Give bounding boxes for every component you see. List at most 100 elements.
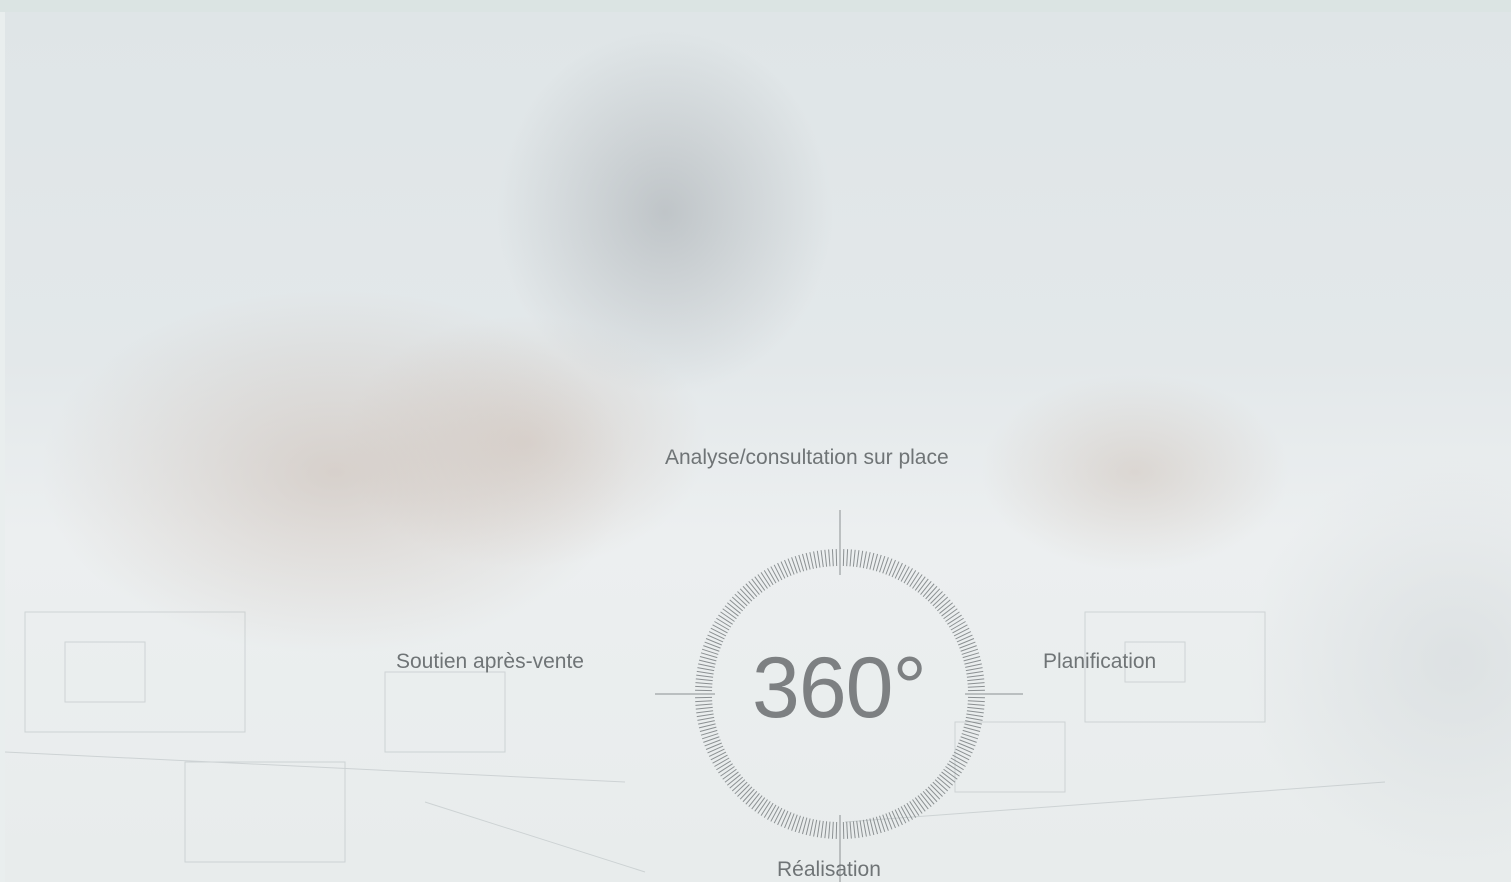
dial-tick [724,771,739,783]
dial-tick [695,685,713,688]
dial-tick [828,549,831,567]
dial-tick [945,611,960,622]
dial-tick [763,570,774,586]
dial-tick [943,768,958,780]
dial-tick [770,566,780,582]
dial-tick [894,809,903,826]
dial-tick [809,552,814,569]
dial-tick [906,570,917,586]
dial-tick [696,674,714,678]
dial-tick [734,781,748,795]
dial-tick [697,716,715,721]
hero-section: Analyse/consultation sur place Soutien a… [0,0,1511,882]
dial-tick [900,566,910,582]
dial-tick [780,810,789,827]
dial-tick [737,591,750,604]
dial-tick [731,779,746,792]
dial-tick [698,720,715,725]
dial-tick [903,568,913,584]
dial-tick [950,621,966,631]
dial-tick [722,608,737,620]
dial-tick [888,559,896,576]
dial-tick [852,821,856,839]
dial-tick [943,608,958,620]
dial-tick [862,551,867,569]
dial-tick [714,621,730,631]
dial-tick [932,593,946,607]
dial-tick [856,550,860,568]
dial-tick [920,793,932,808]
dial-tick [773,807,783,824]
dial-tick [956,634,973,643]
dial-tick [952,754,968,764]
dial-tick [849,821,852,839]
dial-tick [739,786,753,800]
dial-tick [930,591,943,604]
dial-tick [966,670,984,675]
dial-tick [695,703,713,706]
dial-tick [955,631,972,640]
dial-tick [813,551,818,569]
dial-tick [745,791,758,805]
step-label-planning: Planification [1043,650,1157,673]
dial-tick [816,820,821,838]
dial-tick [947,614,962,625]
top-strip [0,0,1511,12]
dial-tick [897,564,907,581]
dial-tick [698,659,716,665]
step-label-after-sales: Soutien après-vente [396,650,584,673]
dial-tick [859,820,864,838]
dial-tick [939,774,954,786]
dial-tick [745,583,758,597]
dial-tick [966,713,984,718]
dial-tick [955,748,972,757]
dial-tick [941,605,956,617]
dial-tick [696,710,714,714]
dial-tick [720,611,735,622]
dial-tick [777,809,786,826]
dial-tick [900,806,910,822]
dial-tick [866,819,871,836]
dial-tick [718,614,733,625]
dial-tick [824,549,828,567]
dial-tick [965,720,982,725]
dial-tick [718,763,733,774]
dial-tick [697,667,715,672]
dial-tick [757,799,768,814]
dial-tick [967,682,985,685]
dial-tick [705,742,722,750]
dial-tick [757,574,768,589]
dial-tick [965,667,983,672]
dial-tick [967,685,985,688]
dial-tick [869,552,875,570]
dial-tick [917,578,929,593]
dial-tick [824,821,828,839]
dial-tick [903,804,913,820]
dial-tick [956,745,973,754]
dial-tick [945,766,960,777]
dial-tick [831,821,834,839]
dial-tick [784,812,792,829]
dial-tick [934,779,949,792]
step-label-realisation: Réalisation [777,858,881,881]
dial-tick [909,801,920,816]
dial-tick [770,806,780,822]
dial-tick [846,549,849,567]
dial-tick [780,561,789,578]
dial-tick [754,797,766,812]
dial-tick [731,596,746,609]
dial-tick [737,784,750,797]
dial-tick [831,549,834,567]
dial-tick [707,745,724,754]
dial-tick [958,638,975,646]
dial-tick [967,678,985,682]
dial-tick [891,561,900,578]
dial-tick [859,550,864,568]
dial-tick [816,550,821,568]
dial-tick [710,627,727,637]
dial-tick [820,550,824,568]
dial-tick [724,605,739,617]
dial-tick [712,754,728,764]
dial-tick [966,710,984,714]
dial-tick [760,801,771,816]
